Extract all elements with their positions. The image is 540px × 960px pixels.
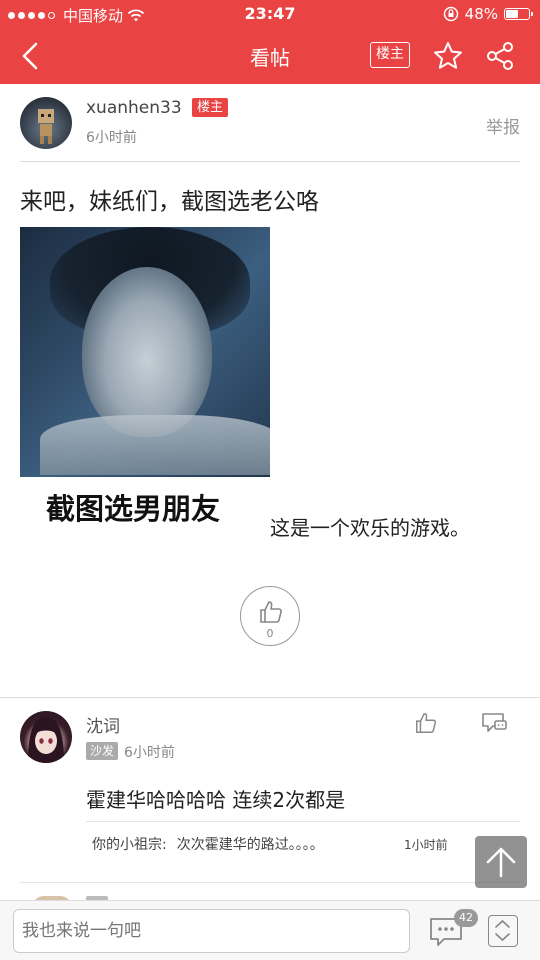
arrow-up-icon (486, 847, 516, 878)
star-icon[interactable] (432, 40, 464, 72)
chevron-up-down-icon (495, 919, 510, 942)
post-title: 来吧，妹纸们，截图选老公咯 (20, 189, 319, 215)
divider (20, 161, 520, 162)
comment-input-bar: 42 (0, 900, 540, 960)
only-op-button[interactable]: 楼主 (370, 42, 410, 68)
status-bar: 中国移动 23:47 48% (0, 0, 540, 28)
battery-percent: 48% (464, 5, 498, 23)
section-divider (0, 697, 540, 698)
post-text: 这是一个欢乐的游戏。 (270, 516, 470, 540)
post-like-button[interactable]: 0 (240, 586, 300, 646)
comment-author[interactable]: 沈词 (86, 712, 120, 737)
nav-bar: 看帖 楼主 (0, 28, 540, 84)
divider (20, 882, 520, 883)
share-icon[interactable] (484, 40, 516, 72)
page-navigate-button[interactable] (488, 915, 518, 947)
thumbs-up-icon (260, 601, 282, 623)
post-image[interactable] (20, 227, 270, 477)
danbo-figure-icon (38, 109, 54, 144)
sofa-badge: 沙发 (86, 742, 119, 760)
comment-thumbs-up-icon[interactable] (414, 711, 438, 735)
sub-reply-author[interactable]: 你的小祖宗: (92, 837, 167, 853)
status-right: 48% (443, 5, 533, 23)
report-link[interactable]: 举报 (486, 113, 520, 138)
reply-icon[interactable] (480, 711, 508, 735)
sub-reply[interactable]: 你的小祖宗: 次次霍建华的路过。。。。 (92, 834, 324, 854)
battery-icon (504, 8, 533, 20)
anime-girl-avatar-icon (28, 717, 64, 763)
comment-time: 6小时前 (124, 745, 175, 761)
comment-input[interactable] (13, 909, 410, 953)
divider (86, 821, 520, 822)
orientation-lock-icon (443, 6, 458, 22)
sub-reply-time: 1小时前 (404, 838, 448, 852)
post-time: 6小时前 (86, 130, 137, 146)
comment-count-badge: 42 (454, 909, 478, 927)
op-username[interactable]: xuanhen33 (86, 98, 182, 118)
like-count: 0 (266, 627, 274, 640)
back-to-top-button[interactable] (475, 836, 527, 888)
image-caption: 截图选男朋友 (46, 492, 221, 526)
comment-avatar[interactable] (20, 711, 72, 763)
op-tag-badge: 楼主 (192, 98, 229, 117)
op-avatar[interactable] (20, 97, 72, 149)
sub-reply-text: 次次霍建华的路过。。。。 (176, 837, 324, 853)
comment-text: 霍建华哈哈哈哈 连续2次都是 (86, 788, 346, 812)
